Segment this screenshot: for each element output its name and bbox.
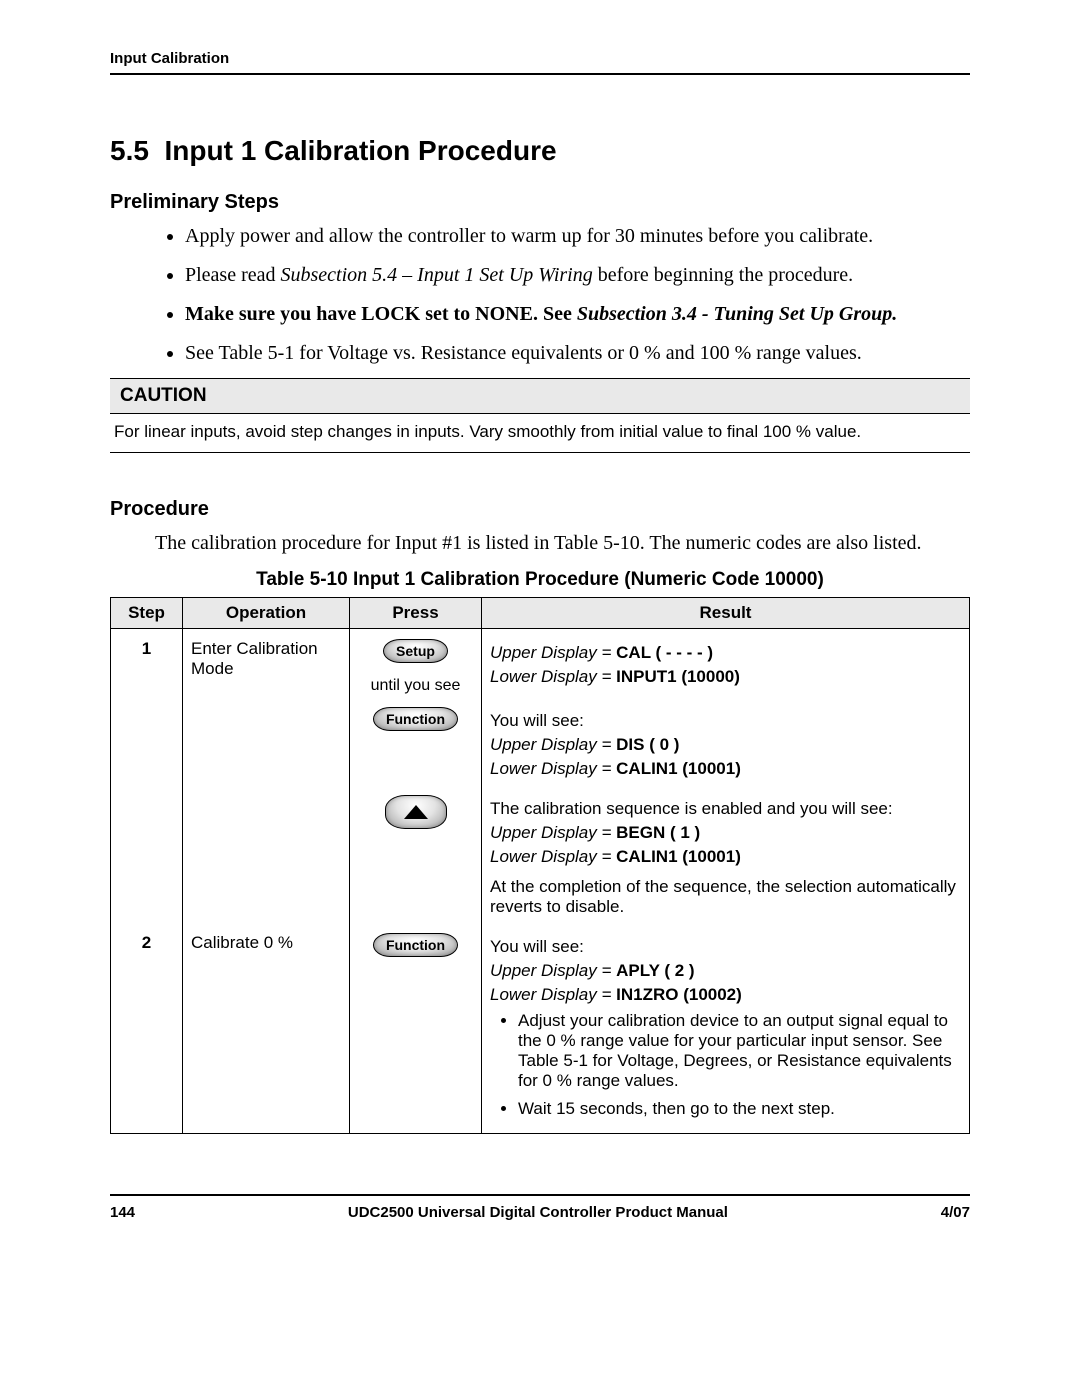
until-text: until you see xyxy=(358,677,473,695)
caution-body: For linear inputs, avoid step changes in… xyxy=(110,414,970,452)
result-subitem: Wait 15 seconds, then go to the next ste… xyxy=(518,1099,961,1119)
caution-label: CAUTION xyxy=(110,379,970,414)
function-button: Function xyxy=(373,933,458,957)
table-row: The calibration sequence is enabled and … xyxy=(111,789,970,927)
operation: Enter Calibration Mode xyxy=(183,629,350,702)
press-cell: Setup until you see xyxy=(350,629,482,702)
footer-title: UDC2500 Universal Digital Controller Pro… xyxy=(135,1204,941,1221)
col-result: Result xyxy=(482,598,970,629)
step-number: 1 xyxy=(111,629,183,702)
result-subitem: Adjust your calibration device to an out… xyxy=(518,1011,961,1091)
up-arrow-button xyxy=(385,795,447,829)
page-footer: 144 UDC2500 Universal Digital Controller… xyxy=(110,1194,970,1221)
table-row: 1 Enter Calibration Mode Setup until you… xyxy=(111,629,970,702)
result-sublist: Adjust your calibration device to an out… xyxy=(490,1011,961,1119)
function-button: Function xyxy=(373,707,458,731)
table-row: 2 Calibrate 0 % Function You will see: U… xyxy=(111,927,970,1134)
section-number: 5.5 xyxy=(110,135,149,166)
procedure-table: Step Operation Press Result 1 Enter Cali… xyxy=(110,597,970,1134)
table-header-row: Step Operation Press Result xyxy=(111,598,970,629)
prelim-item: Apply power and allow the controller to … xyxy=(185,222,970,251)
operation: Calibrate 0 % xyxy=(183,927,350,1134)
procedure-heading: Procedure xyxy=(110,498,970,521)
page-number: 144 xyxy=(110,1204,135,1221)
prelim-item: Make sure you have LOCK set to NONE. See… xyxy=(185,300,970,329)
press-cell: Function xyxy=(350,927,482,1134)
prelim-heading: Preliminary Steps xyxy=(110,191,970,214)
step-number: 2 xyxy=(111,927,183,1134)
press-cell: Function xyxy=(350,701,482,789)
col-press: Press xyxy=(350,598,482,629)
setup-button: Setup xyxy=(383,639,448,663)
table-caption: Table 5-10 Input 1 Calibration Procedure… xyxy=(110,569,970,591)
result-cell: You will see: Upper Display = DIS ( 0 ) … xyxy=(482,701,970,789)
press-cell xyxy=(350,789,482,927)
result-cell: The calibration sequence is enabled and … xyxy=(482,789,970,927)
table-row: Function You will see: Upper Display = D… xyxy=(111,701,970,789)
procedure-intro: The calibration procedure for Input #1 i… xyxy=(155,529,970,557)
caution-box: CAUTION For linear inputs, avoid step ch… xyxy=(110,378,970,453)
prelim-list: Apply power and allow the controller to … xyxy=(110,222,970,368)
running-header: Input Calibration xyxy=(110,50,970,75)
result-cell: Upper Display = CAL ( - - - - ) Lower Di… xyxy=(482,629,970,702)
prelim-item: See Table 5-1 for Voltage vs. Resistance… xyxy=(185,339,970,368)
up-arrow-icon xyxy=(404,805,428,819)
col-op: Operation xyxy=(183,598,350,629)
prelim-item: Please read Subsection 5.4 – Input 1 Set… xyxy=(185,261,970,290)
col-step: Step xyxy=(111,598,183,629)
section-title: 5.5 Input 1 Calibration Procedure xyxy=(110,135,970,167)
document-page: Input Calibration 5.5 Input 1 Calibratio… xyxy=(0,0,1080,1261)
section-heading: Input 1 Calibration Procedure xyxy=(165,135,557,166)
result-cell: You will see: Upper Display = APLY ( 2 )… xyxy=(482,927,970,1134)
footer-date: 4/07 xyxy=(941,1204,970,1221)
